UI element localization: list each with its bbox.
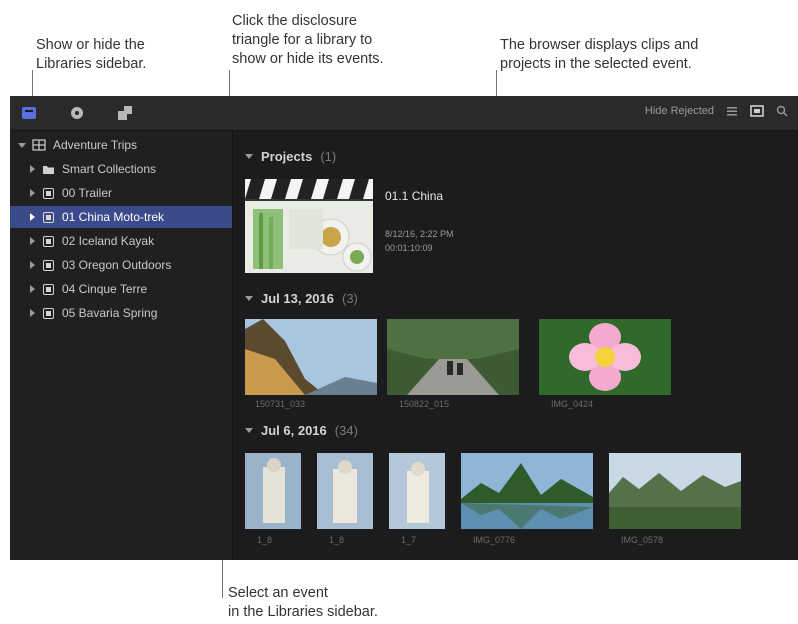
callout-sidebar-toggle: Show or hide the Libraries sidebar. — [36, 37, 147, 72]
disclosure-triangle-icon[interactable] — [30, 237, 35, 245]
sidebar-item-label: 05 Bavaria Spring — [62, 306, 158, 320]
leader-line-sidebar-toggle — [32, 70, 33, 98]
callout-disclosure: Click the disclosure triangle for a libr… — [232, 13, 384, 67]
sidebar-item-label: 02 Iceland Kayak — [62, 234, 155, 248]
toolbar: Hide Rejected — [10, 96, 798, 131]
sidebar-item-event[interactable]: 02 Iceland Kayak — [10, 230, 232, 252]
clip-label: IMG_0424 — [551, 399, 594, 409]
clip-thumbnail[interactable] — [387, 319, 519, 395]
sidebar-item-label: 00 Trailer — [62, 186, 113, 200]
disclosure-triangle-icon[interactable] — [245, 428, 253, 433]
event-icon — [43, 187, 54, 199]
disclosure-triangle-icon[interactable] — [18, 142, 26, 148]
event-icon — [43, 259, 54, 271]
section-header-jul-6[interactable]: Jul 6, 2016 (34) — [245, 423, 358, 438]
sidebar-item-event[interactable]: 05 Bavaria Spring — [10, 302, 232, 324]
project-name: 01.1 China — [385, 189, 444, 203]
disclosure-triangle-icon[interactable] — [245, 154, 253, 159]
clip-thumbnail[interactable] — [245, 453, 301, 529]
project-date: 8/12/16, 2:22 PM — [385, 229, 454, 239]
section-count: (1) — [320, 149, 337, 164]
disclosure-triangle-icon[interactable] — [30, 189, 35, 197]
library-icon — [32, 139, 46, 151]
section-title: Jul 6, 2016 — [261, 423, 327, 438]
filmstrip-icon[interactable] — [750, 105, 764, 117]
clip-label: 1_8 — [257, 535, 273, 545]
folder-icon — [43, 165, 54, 174]
section-count: (3) — [342, 291, 358, 306]
section-title: Jul 13, 2016 — [261, 291, 334, 306]
event-icon — [43, 283, 54, 295]
disclosure-triangle-icon[interactable] — [30, 285, 35, 293]
browser: Projects (1) 01.1 China 8/12/16, 2:22 PM… — [233, 131, 798, 560]
section-count: (34) — [334, 423, 358, 438]
clip-label: 1_8 — [329, 535, 345, 545]
library-name: Adventure Trips — [53, 138, 138, 152]
callout-browser: The browser displays clips and projects … — [500, 37, 699, 72]
event-icon — [43, 307, 54, 319]
disclosure-triangle-icon[interactable] — [30, 213, 35, 221]
toolbar-right: Hide Rejected — [645, 105, 788, 117]
event-icon — [43, 235, 54, 247]
statue-image — [317, 453, 373, 529]
clip-thumbnail[interactable] — [317, 453, 373, 529]
library-row[interactable]: Adventure Trips — [10, 134, 232, 156]
project-thumbnail[interactable] — [245, 179, 373, 273]
clip-label: IMG_0578 — [621, 535, 664, 545]
clip-thumbnail[interactable] — [539, 319, 671, 395]
sidebar-item-event[interactable]: 04 Cinque Terre — [10, 278, 232, 300]
sidebar-item-label: 04 Cinque Terre — [62, 282, 148, 296]
sidebar-item-event[interactable]: 00 Trailer — [10, 182, 232, 204]
section-header-projects[interactable]: Projects (1) — [245, 149, 336, 164]
clip-thumbnail[interactable] — [461, 453, 593, 529]
photos-audio-icon[interactable] — [68, 104, 86, 122]
disclosure-triangle-icon[interactable] — [30, 309, 35, 317]
disclosure-triangle-icon[interactable] — [30, 261, 35, 269]
filter-popup[interactable]: Hide Rejected — [645, 105, 714, 117]
sidebar-item-label: Smart Collections — [62, 162, 157, 176]
callout-select-event: Select an event in the Libraries sidebar… — [228, 585, 378, 620]
clip-label: IMG_0776 — [473, 535, 516, 545]
list-view-icon[interactable] — [726, 105, 738, 117]
clip-thumbnail[interactable] — [245, 319, 377, 395]
sidebar-item-event[interactable]: 03 Oregon Outdoors — [10, 254, 232, 276]
sidebar-item-smart-collections[interactable]: Smart Collections — [10, 158, 232, 180]
sidebar-item-event-selected[interactable]: 01 China Moto-trek — [10, 206, 232, 228]
section-title: Projects — [261, 149, 313, 164]
karst-valley-image — [609, 453, 741, 529]
search-icon[interactable] — [776, 105, 788, 117]
road-trees-image — [387, 319, 519, 395]
karst-lake-image — [461, 453, 593, 529]
statue-image — [245, 453, 301, 529]
disclosure-triangle-icon[interactable] — [30, 165, 35, 173]
sidebar-item-label: 01 China Moto-trek — [62, 210, 165, 224]
pink-flower-image — [539, 319, 671, 395]
statue-image — [389, 453, 445, 529]
sidebar-item-label: 03 Oregon Outdoors — [62, 258, 172, 272]
project-duration: 00:01:10:09 — [385, 243, 433, 253]
clip-thumbnail[interactable] — [609, 453, 741, 529]
event-icon — [43, 211, 54, 223]
disclosure-triangle-icon[interactable] — [245, 296, 253, 301]
section-header-jul-13[interactable]: Jul 13, 2016 (3) — [245, 291, 358, 306]
clip-thumbnail[interactable] — [389, 453, 445, 529]
clip-label: 1_7 — [401, 535, 417, 545]
libraries-icon[interactable] — [20, 104, 38, 122]
app-window: Hide Rejected Adventure Trips Smart Coll… — [10, 96, 798, 560]
libraries-sidebar: Adventure Trips Smart Collections 00 Tra… — [10, 131, 233, 560]
clapper-icon — [245, 179, 373, 273]
mountain-cliff-image — [245, 319, 377, 395]
clip-label: 150822_015 — [399, 399, 450, 409]
clip-label: 150731_033 — [255, 399, 306, 409]
titles-generators-icon[interactable] — [116, 104, 134, 122]
